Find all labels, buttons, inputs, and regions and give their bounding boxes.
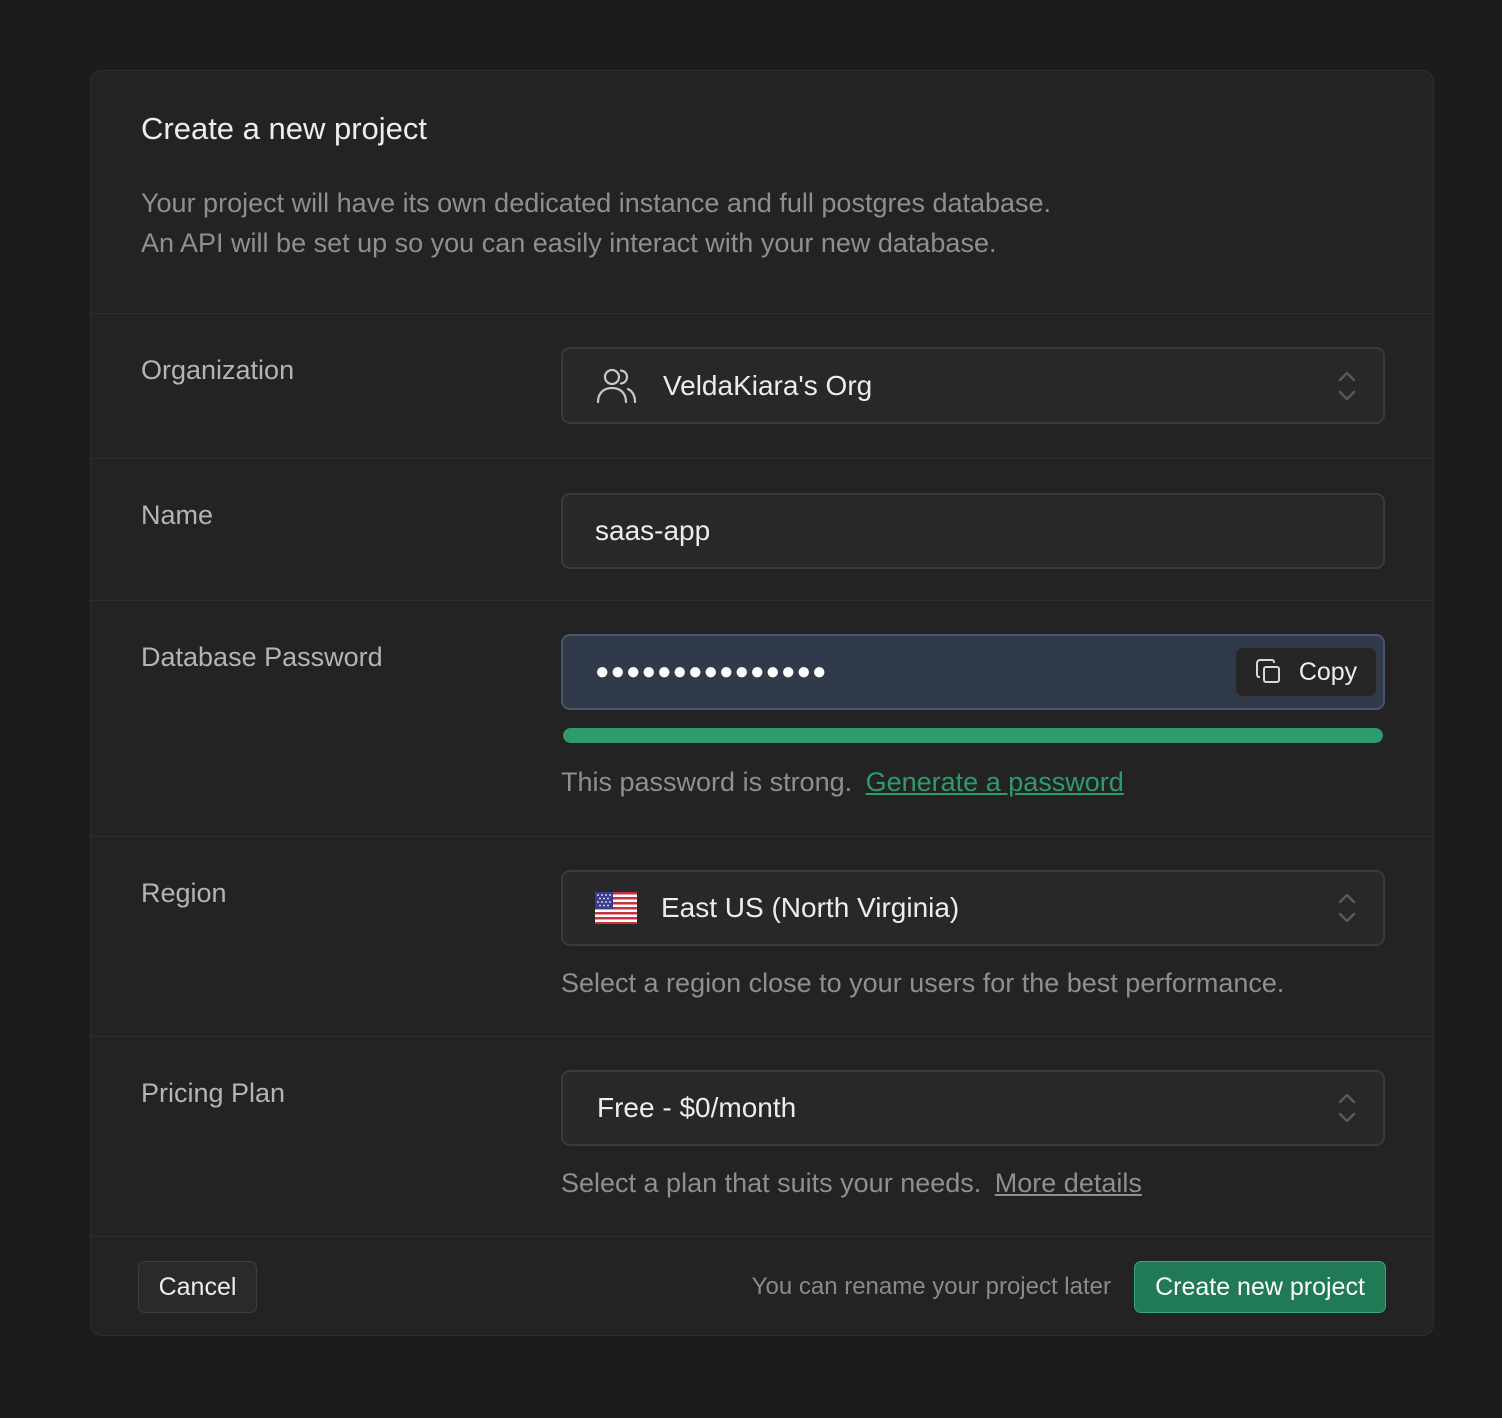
organization-label: Organization	[141, 355, 295, 385]
chevron-up-down-icon	[1337, 369, 1357, 403]
dialog-header: Create a new project Your project will h…	[91, 71, 1433, 314]
password-strength-bar	[563, 728, 1383, 743]
page-title: Create a new project	[141, 111, 428, 146]
dialog-footer: Cancel You can rename your project later…	[91, 1237, 1433, 1335]
password-label: Database Password	[141, 642, 383, 672]
organization-row: Organization VeldaKiara's Org	[91, 314, 1433, 459]
password-input[interactable]: ●●●●●●●●●●●●●●● Copy	[561, 634, 1385, 710]
copy-label: Copy	[1298, 657, 1358, 686]
pricing-plan-select[interactable]: Free - $0/month	[561, 1070, 1385, 1146]
pricing-plan-helper: Select a plan that suits your needs. Mor…	[561, 1165, 1142, 1201]
pricing-plan-label: Pricing Plan	[141, 1078, 286, 1108]
pricing-plan-row: Pricing Plan Free - $0/month Select a pl…	[91, 1037, 1433, 1237]
project-name-value: saas-app	[595, 515, 711, 546]
generate-password-link[interactable]: Generate a password	[866, 767, 1124, 797]
region-value: East US (North Virginia)	[661, 892, 960, 923]
cancel-button[interactable]: Cancel	[138, 1261, 257, 1313]
name-label: Name	[141, 500, 214, 530]
name-row: Name saas-app	[91, 459, 1433, 601]
copy-icon	[1255, 658, 1283, 686]
project-name-input[interactable]: saas-app	[561, 493, 1385, 569]
password-strength-text: This password is strong.	[561, 767, 853, 797]
create-project-dialog: Create a new project Your project will h…	[90, 70, 1434, 1336]
password-row: Database Password ●●●●●●●●●●●●●●● Copy T…	[91, 601, 1433, 837]
pricing-plan-helper-text: Select a plan that suits your needs.	[561, 1168, 982, 1198]
region-label: Region	[141, 878, 227, 908]
more-details-link[interactable]: More details	[995, 1168, 1142, 1198]
region-helper: Select a region close to your users for …	[561, 968, 1285, 998]
password-strength-fill	[563, 728, 1383, 743]
copy-button[interactable]: Copy	[1235, 647, 1377, 697]
password-helper: This password is strong. Generate a pass…	[561, 764, 1124, 800]
region-select[interactable]: East US (North Virginia)	[561, 870, 1385, 946]
chevron-up-down-icon	[1337, 891, 1357, 925]
chevron-up-down-icon	[1337, 1091, 1357, 1125]
organization-select[interactable]: VeldaKiara's Org	[561, 347, 1385, 424]
pricing-plan-value: Free - $0/month	[597, 1092, 797, 1123]
password-masked-value: ●●●●●●●●●●●●●●●	[595, 658, 828, 685]
description-line-2: An API will be set up so you can easily …	[141, 228, 997, 258]
organization-value: VeldaKiara's Org	[663, 369, 873, 401]
dialog-description: Your project will have its own dedicated…	[141, 183, 1383, 263]
region-row: Region East US (North Virginia) Select a…	[91, 837, 1433, 1037]
us-flag-icon	[595, 892, 637, 924]
rename-note: You can rename your project later	[751, 1273, 1111, 1300]
create-project-button[interactable]: Create new project	[1134, 1261, 1386, 1313]
users-icon	[595, 366, 639, 406]
description-line-1: Your project will have its own dedicated…	[141, 188, 1052, 218]
